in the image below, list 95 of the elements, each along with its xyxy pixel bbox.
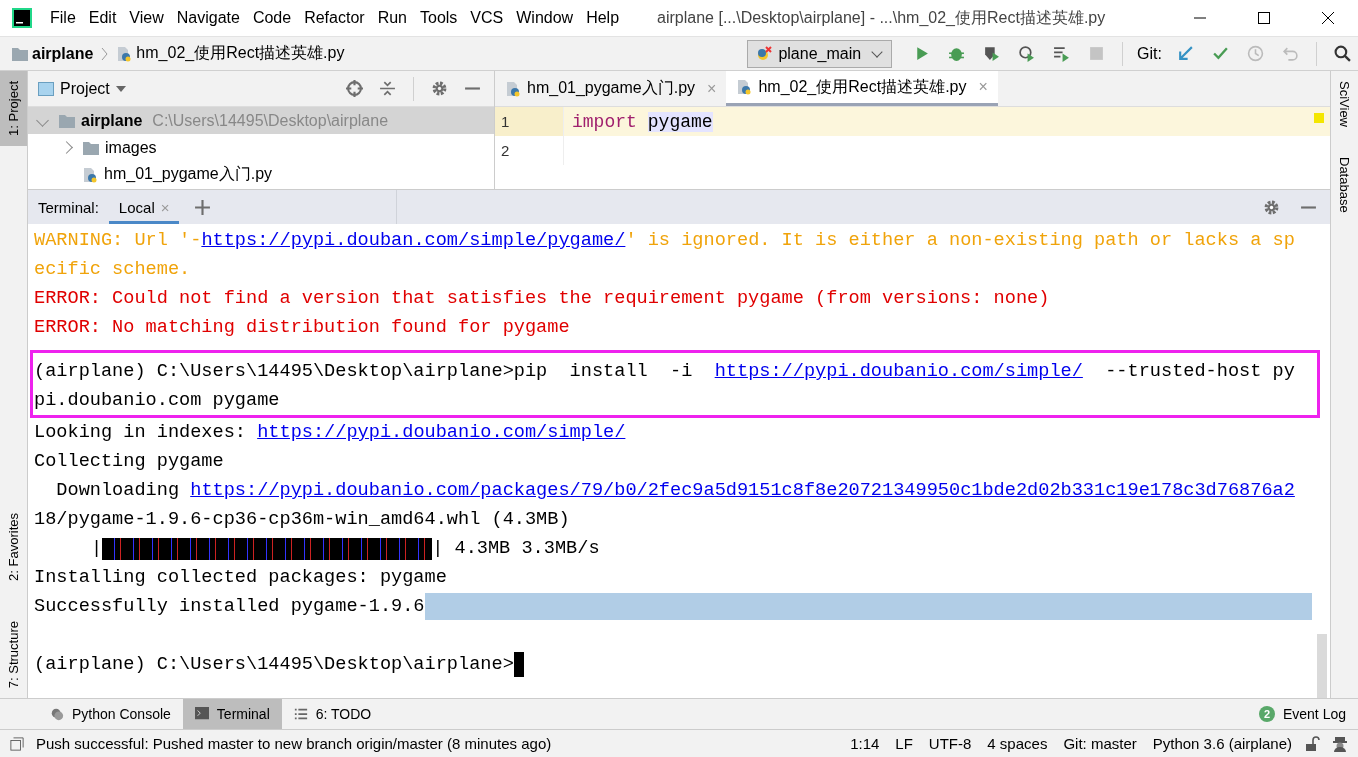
menu-item[interactable]: Refactor bbox=[304, 9, 365, 27]
tree-row[interactable]: airplane C:\Users\14495\Desktop\airplane bbox=[28, 107, 494, 134]
close-icon[interactable] bbox=[1321, 11, 1335, 25]
menu-item[interactable]: View bbox=[129, 9, 164, 27]
link[interactable]: https://pypi.doubanio.com/simple/ bbox=[714, 361, 1083, 382]
terminal-line: Successfully installed pygame-1.9.6 bbox=[34, 596, 425, 617]
event-log-button[interactable]: 2 Event Log bbox=[1246, 699, 1358, 729]
crosshair-icon[interactable] bbox=[346, 80, 363, 97]
terminal-line: ecific scheme. bbox=[34, 259, 191, 280]
chevron-icon bbox=[101, 46, 109, 61]
menu-item[interactable]: Code bbox=[252, 9, 292, 27]
link[interactable]: https://pypi.douban.com/simple/pygame/ bbox=[201, 230, 626, 251]
status-marker-icon bbox=[1314, 113, 1324, 123]
status-item[interactable]: Python 3.6 (airplane) bbox=[1152, 735, 1292, 752]
lock-icon[interactable] bbox=[1304, 735, 1320, 752]
terminal-line: 18/pygame-1.9.6-cp36-cp36m-win_amd64.whl (4.3MB) bbox=[34, 509, 570, 530]
run-config-dropdown[interactable]: plane_main bbox=[747, 39, 893, 68]
link[interactable]: https://pypi.doubanio.com/packages/79/b0/2fec9a5d9151c8f8e20721349950c1bde2d02b331c19e178c3d76876a2 bbox=[190, 480, 1295, 501]
terminal-line: pi.doubanio.com pygame bbox=[34, 390, 280, 411]
menu-item[interactable]: VCS bbox=[470, 9, 504, 27]
app-logo-icon bbox=[12, 8, 32, 28]
status-item[interactable]: 4 spaces bbox=[987, 735, 1048, 752]
tool-window-tab[interactable]: 1: Project bbox=[0, 71, 27, 146]
search-icon[interactable] bbox=[1334, 45, 1351, 62]
tree-row[interactable]: hm_01_pygame入门.py bbox=[28, 161, 494, 188]
terminal-line: Collecting pygame bbox=[34, 451, 224, 472]
terminal-line: Installing collected packages: pygame bbox=[34, 567, 447, 588]
tool-window-tab[interactable]: Database bbox=[1331, 147, 1358, 233]
terminal-icon bbox=[194, 707, 209, 721]
menu-item[interactable]: File bbox=[50, 9, 76, 27]
folder-icon bbox=[12, 45, 28, 62]
tool-window-button[interactable]: 6: TODO bbox=[281, 699, 384, 729]
list-run-icon[interactable] bbox=[1053, 45, 1071, 62]
menu-item[interactable]: Run bbox=[377, 9, 407, 27]
breadcrumb-item[interactable]: airplane bbox=[32, 44, 94, 63]
terminal-tab[interactable]: Local × bbox=[108, 190, 180, 224]
status-item[interactable]: LF bbox=[895, 735, 913, 752]
python-file-icon bbox=[116, 45, 133, 62]
status-item[interactable]: Git: master bbox=[1063, 735, 1137, 752]
maximize-icon[interactable] bbox=[1257, 11, 1271, 25]
checkmark-icon[interactable] bbox=[1212, 45, 1229, 62]
python-file-icon bbox=[736, 79, 753, 95]
menu-item[interactable]: Tools bbox=[420, 9, 458, 27]
folder-icon bbox=[59, 112, 75, 129]
settings-icon[interactable] bbox=[1263, 198, 1280, 216]
window-icon[interactable] bbox=[10, 736, 24, 751]
person-icon[interactable] bbox=[1332, 735, 1348, 752]
terminal-text: | bbox=[91, 538, 103, 559]
tool-window-button[interactable]: Terminal bbox=[182, 699, 282, 729]
terminal-line: Looking in indexes: https://pypi.doubanio.com/simple/ bbox=[34, 422, 626, 443]
tool-window-tab[interactable]: 2: Favorites bbox=[0, 502, 27, 591]
terminal-line: ERROR: Could not find a version that satisfies the requirement pygame (from versions: none) bbox=[34, 288, 1050, 309]
window-icon bbox=[38, 80, 54, 97]
menu-item[interactable]: Help bbox=[586, 9, 620, 27]
window-title: airplane [...\Desktop\airplane] - ...\hm_02_使用Rect描述英雄.py bbox=[657, 7, 1107, 28]
folder-icon bbox=[83, 139, 99, 156]
python-icon bbox=[50, 707, 64, 721]
git-label: Git: bbox=[1137, 44, 1162, 63]
terminal-line: (airplane) C:\Users\14495\Desktop\airplane>pip install -i https://pypi.doubanio.com/simple/ --trusted-host py bbox=[34, 361, 1295, 382]
tool-window-button[interactable]: Python Console bbox=[38, 699, 183, 729]
code-text: import pygame bbox=[571, 111, 713, 132]
terminal-text: | 4.3MB 3.3MB/s bbox=[432, 538, 600, 559]
project-view-dropdown[interactable]: Project bbox=[60, 79, 110, 98]
terminal-line: ERROR: No matching distribution found for pygame bbox=[34, 317, 570, 338]
scrollbar[interactable] bbox=[1317, 634, 1327, 698]
terminal-prompt: (airplane) C:\Users\14495\Desktop\airplane> bbox=[34, 654, 514, 675]
menu-item[interactable]: Window bbox=[516, 9, 574, 27]
tree-row[interactable]: images bbox=[28, 134, 494, 161]
python-file-icon bbox=[505, 80, 521, 97]
collapse-icon[interactable] bbox=[379, 80, 396, 97]
breadcrumb-item[interactable]: hm_02_使用Rect描述英雄.py bbox=[136, 43, 345, 64]
line-number: 1 bbox=[495, 107, 564, 136]
tool-window-tab[interactable]: SciView bbox=[1331, 71, 1358, 147]
editor-tab[interactable]: hm_02_使用Rect描述英雄.py × bbox=[726, 71, 998, 106]
text-cursor bbox=[513, 652, 524, 677]
terminal-line: WARNING: Url '-https://pypi.douban.com/simple/pygame/' is ignored. It is either a non-existing path or lacks a sp bbox=[34, 230, 1295, 251]
link[interactable]: https://pypi.doubanio.com/simple/ bbox=[257, 422, 626, 443]
python-file-icon bbox=[82, 166, 98, 183]
add-icon[interactable] bbox=[194, 198, 212, 216]
tool-window-tab[interactable]: 7: Structure bbox=[0, 610, 27, 698]
bug-icon[interactable] bbox=[948, 45, 966, 62]
terminal-label: Terminal: bbox=[38, 198, 99, 216]
status-item[interactable]: UTF-8 bbox=[928, 735, 972, 752]
python-error-icon bbox=[756, 45, 773, 62]
terminal-line: Downloading https://pypi.doubanio.com/packages/79/b0/2fec9a5d9151c8f8e20721349950c1bde2d02b331c19e178c3d76876a2 bbox=[55, 480, 1295, 501]
status-item[interactable]: 1:14 bbox=[850, 735, 880, 752]
list-icon bbox=[293, 707, 308, 721]
status-message: Push successful: Pushed master to new branch origin/master (8 minutes ago) bbox=[36, 735, 552, 752]
settings-icon[interactable] bbox=[431, 80, 448, 97]
menu-item[interactable]: Navigate bbox=[176, 9, 240, 27]
menu-item[interactable]: Edit bbox=[88, 9, 117, 27]
clock-run-icon[interactable] bbox=[1018, 45, 1036, 62]
shield-run-icon[interactable] bbox=[983, 45, 1001, 62]
arrow-icon[interactable] bbox=[1177, 45, 1194, 62]
editor-tab[interactable]: hm_01_pygame入门.py × bbox=[495, 71, 727, 106]
